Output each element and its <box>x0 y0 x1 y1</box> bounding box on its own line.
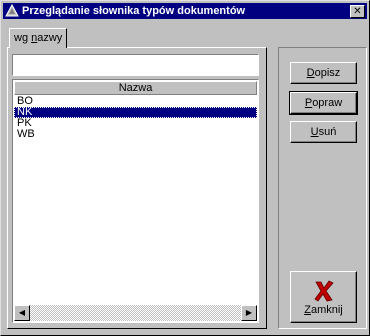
close-button-label: Zamknij <box>304 304 343 316</box>
scroll-track[interactable] <box>30 305 241 321</box>
edit-button-label: Popraw <box>304 97 343 109</box>
document-type-list[interactable]: Nazwa BO NK PK WB ◀ ▶ <box>12 79 259 323</box>
scroll-right-arrow-icon[interactable]: ▶ <box>241 305 257 321</box>
edit-button[interactable]: Popraw <box>289 91 358 115</box>
title-bar: Przeglądanie słownika typów dokumentów ✕ <box>3 3 367 19</box>
list-item[interactable]: BO <box>14 96 257 107</box>
add-button[interactable]: Dopisz <box>290 62 357 84</box>
list-item[interactable]: WB <box>14 129 257 140</box>
search-input[interactable] <box>12 54 259 76</box>
red-x-icon <box>313 280 334 302</box>
close-icon: ✕ <box>353 6 362 17</box>
tab-by-name[interactable]: wg nazwy <box>9 28 67 48</box>
add-button-label: Dopisz <box>306 67 341 79</box>
delete-button-label: Usuń <box>310 126 337 138</box>
delete-button[interactable]: Usuń <box>290 121 357 143</box>
column-header-name[interactable]: Nazwa <box>14 81 257 95</box>
horizontal-scrollbar[interactable]: ◀ ▶ <box>14 305 257 321</box>
window-title: Przeglądanie słownika typów dokumentów <box>22 5 246 17</box>
window-close-button[interactable]: ✕ <box>350 5 365 18</box>
close-button[interactable]: Zamknij <box>290 271 357 323</box>
tab-label: wg nazwy <box>14 32 63 44</box>
list-item[interactable]: NK <box>14 107 257 118</box>
scroll-left-arrow-icon[interactable]: ◀ <box>14 305 30 321</box>
list-item[interactable]: PK <box>14 118 257 129</box>
app-icon <box>5 4 19 17</box>
dialog-window: Przeglądanie słownika typów dokumentów ✕… <box>0 0 370 336</box>
list-rows: BO NK PK WB <box>14 96 257 140</box>
